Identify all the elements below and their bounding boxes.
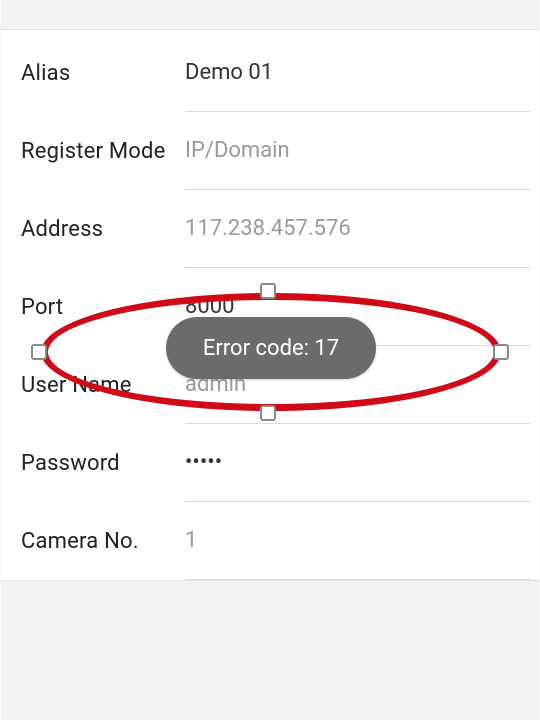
value-password: ••••• — [185, 450, 222, 475]
form-content: Alias Demo 01 Register Mode IP/Domain Ad… — [1, 30, 539, 580]
bottom-bar — [1, 580, 539, 720]
value-port: 8000 — [185, 294, 234, 319]
row-alias: Alias Demo 01 — [9, 34, 531, 112]
value-address: 117.238.457.576 — [185, 216, 351, 241]
field-register-mode[interactable]: IP/Domain — [185, 112, 531, 190]
label-register-mode: Register Mode — [9, 139, 185, 164]
field-address[interactable]: 117.238.457.576 — [185, 190, 531, 268]
value-alias: Demo 01 — [185, 60, 273, 85]
field-alias[interactable]: Demo 01 — [185, 34, 531, 112]
field-camera-no[interactable]: 1 — [185, 502, 531, 580]
row-camera-no: Camera No. 1 — [9, 502, 531, 580]
row-register-mode: Register Mode IP/Domain — [9, 112, 531, 190]
error-toast-text: Error code: 17 — [203, 336, 339, 361]
error-toast: Error code: 17 — [166, 317, 376, 379]
top-bar — [1, 0, 539, 30]
label-user-name: User Name — [9, 373, 185, 398]
value-register-mode: IP/Domain — [185, 138, 290, 163]
label-address: Address — [9, 217, 185, 242]
field-password[interactable]: ••••• — [185, 424, 531, 502]
value-camera-no: 1 — [185, 528, 197, 553]
label-alias: Alias — [9, 61, 185, 86]
row-password: Password ••••• — [9, 424, 531, 502]
row-address: Address 117.238.457.576 — [9, 190, 531, 268]
label-port: Port — [9, 295, 185, 320]
label-camera-no: Camera No. — [9, 529, 185, 554]
device-settings-screen: Alias Demo 01 Register Mode IP/Domain Ad… — [0, 0, 540, 720]
label-password: Password — [9, 451, 185, 476]
